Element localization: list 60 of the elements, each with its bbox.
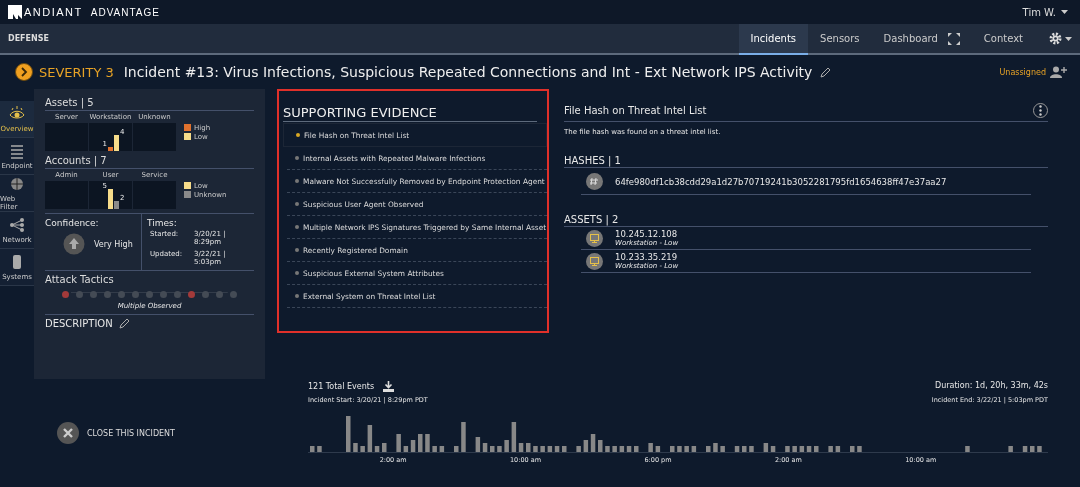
severity-icon xyxy=(15,63,33,81)
expand-icon xyxy=(947,32,960,45)
nav-tab[interactable]: Incidents xyxy=(738,24,809,55)
bullet-icon xyxy=(295,248,299,252)
download-icon xyxy=(383,381,395,392)
eye-icon xyxy=(9,105,25,122)
section-heading: DESCRIPTION xyxy=(45,318,113,329)
times-label: Times: xyxy=(147,217,178,228)
incident-title: Incident #13: Virus Infections, Suspicious Repeated Connections and Int - Ext Network IPS Activity xyxy=(123,64,813,80)
network-icon xyxy=(9,216,25,233)
monitor-icon xyxy=(586,229,603,247)
asset-ip[interactable]: 10.233.35.219 xyxy=(615,252,679,262)
severity-label: SEVERITY 3 xyxy=(39,64,114,80)
confidence-value: Very High xyxy=(94,239,133,249)
section-heading: ASSETS | 2 xyxy=(564,214,1048,227)
caret-icon xyxy=(1061,10,1068,14)
nav-tab[interactable]: Sensors xyxy=(808,24,872,55)
arrow-up-icon xyxy=(63,233,85,255)
globe-icon xyxy=(9,175,25,192)
section-heading: Assets | 5 xyxy=(45,93,254,111)
close-incident-button[interactable]: CLOSE THIS INCIDENT xyxy=(57,422,175,444)
nav-tab[interactable]: Dashboard xyxy=(871,24,950,55)
legend-swatch xyxy=(184,124,191,131)
legend-swatch xyxy=(184,182,191,189)
bullet-icon xyxy=(295,179,299,183)
hash-value: 64fe980df1cb38cdd29a1d27b70719241b3052281795fd1654638ff47e37aa27 xyxy=(615,176,947,187)
section-title: DEFENSE xyxy=(8,34,49,43)
section-heading: Accounts | 7 xyxy=(45,151,254,169)
confidence-label: Confidence: xyxy=(45,217,100,228)
detail-title: File Hash on Threat Intel List xyxy=(564,105,707,116)
assignee-link[interactable]: Unassigned xyxy=(999,67,1046,77)
caret-icon xyxy=(1065,36,1072,41)
more-icon xyxy=(1039,105,1042,116)
user-menu[interactable]: Tim W. xyxy=(1022,6,1068,18)
legend-swatch xyxy=(184,191,191,198)
bullet-icon xyxy=(296,133,300,137)
total-events: 121 Total Events xyxy=(308,382,375,391)
settings-icon xyxy=(1049,32,1062,45)
bullet-icon xyxy=(295,271,299,275)
logo-icon xyxy=(8,5,22,19)
bullet-icon xyxy=(295,202,299,206)
hash-icon xyxy=(586,173,603,190)
close-icon xyxy=(57,422,79,444)
bullet-icon xyxy=(295,225,299,229)
duration: Duration: 1d, 20h, 33m, 42s xyxy=(935,381,1048,392)
section-heading: Attack Tactics xyxy=(45,273,115,287)
section-heading: HASHES | 1 xyxy=(564,155,1048,168)
product-name: ADVANTAGE xyxy=(90,6,160,18)
legend-swatch xyxy=(184,133,191,140)
bullet-icon xyxy=(295,156,299,160)
panel-title: SUPPORTING EVIDENCE xyxy=(283,105,537,122)
monitor-icon xyxy=(586,252,603,270)
bullet-icon xyxy=(295,294,299,298)
edit-icon xyxy=(820,66,832,78)
asset-ip[interactable]: 10.245.12.108 xyxy=(615,229,679,239)
brand-name: ANDIANT xyxy=(24,6,83,18)
nav-tab[interactable]: Context xyxy=(971,24,1035,55)
list-icon xyxy=(9,142,25,159)
edit-icon xyxy=(118,318,130,329)
add-user-icon xyxy=(1050,66,1068,78)
